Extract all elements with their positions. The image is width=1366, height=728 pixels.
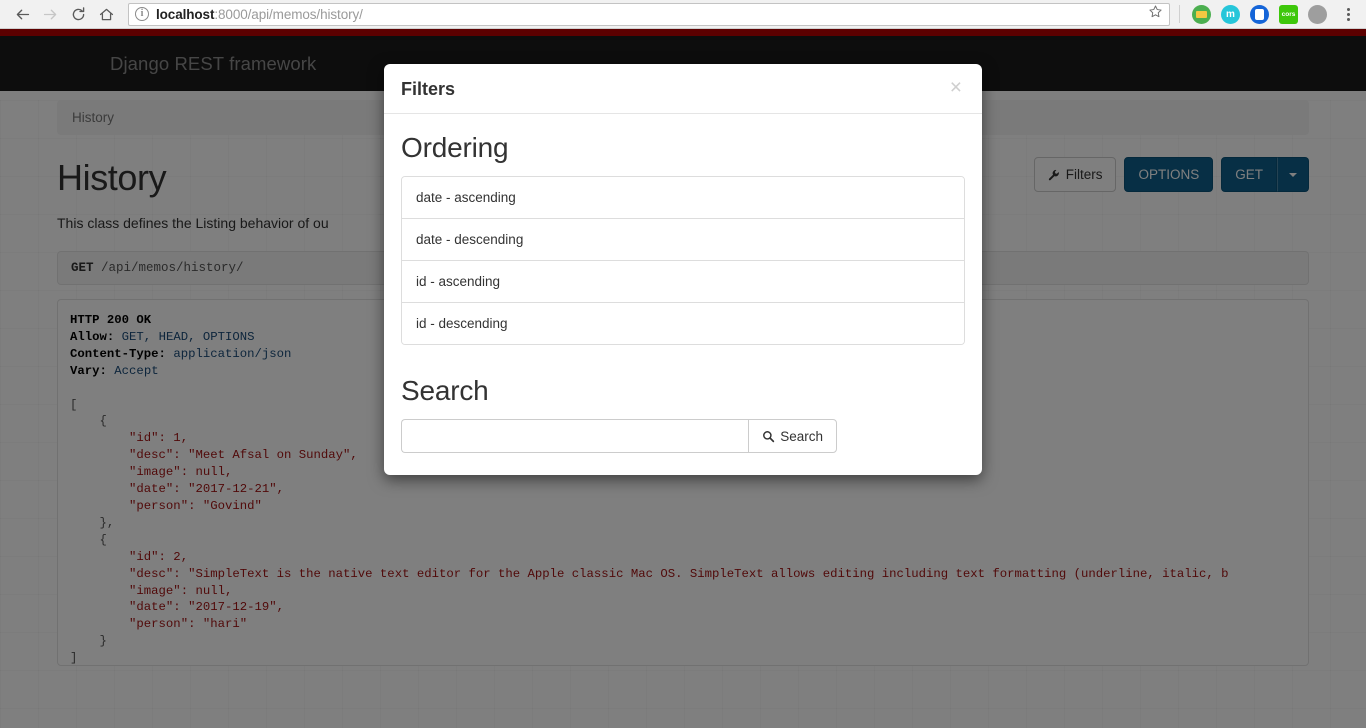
modal-title: Filters (401, 79, 456, 99)
modal-body: Ordering date - ascending date - descend… (384, 114, 982, 475)
bookmark-star-icon[interactable] (1140, 4, 1163, 24)
ordering-option-date-descending[interactable]: date - descending (402, 219, 964, 261)
modal-header: Filters × (384, 64, 982, 114)
address-bar[interactable]: i localhost:8000/api/memos/history/ (128, 2, 1170, 26)
extension-icon-5[interactable] (1308, 4, 1327, 24)
search-heading: Search (401, 375, 489, 406)
ordering-option-id-descending[interactable]: id - descending (402, 303, 964, 344)
forward-icon (36, 1, 64, 27)
back-icon[interactable] (8, 1, 36, 27)
extension-icon-2[interactable]: m (1221, 4, 1240, 24)
extension-icon-4[interactable]: cors (1279, 4, 1298, 24)
search-input[interactable] (401, 419, 749, 453)
search-submit-button[interactable]: Search (748, 419, 837, 453)
url-text: localhost:8000/api/memos/history/ (156, 7, 363, 22)
ordering-list: date - ascending date - descending id - … (401, 176, 965, 345)
search-input-group: Search (401, 419, 837, 453)
filters-modal: Filters × Ordering date - ascending date… (384, 64, 982, 475)
search-icon (762, 429, 775, 444)
ordering-option-id-ascending[interactable]: id - ascending (402, 261, 964, 303)
ordering-heading: Ordering (401, 132, 509, 163)
reload-icon[interactable] (64, 1, 92, 27)
browser-menu-icon[interactable] (1338, 7, 1358, 21)
toolbar-divider (1179, 5, 1180, 23)
home-icon[interactable] (92, 1, 120, 27)
url-path: :8000/api/memos/history/ (214, 6, 363, 22)
tab-strip-accent (0, 29, 1366, 36)
browser-toolbar: i localhost:8000/api/memos/history/ m co… (0, 0, 1366, 29)
extension-icon-3[interactable] (1250, 4, 1269, 24)
url-host: localhost (156, 6, 215, 22)
extension-icon-1[interactable] (1192, 4, 1211, 24)
ordering-option-date-ascending[interactable]: date - ascending (402, 177, 964, 219)
close-icon[interactable]: × (950, 77, 962, 98)
site-info-icon[interactable]: i (135, 7, 149, 21)
search-button-label: Search (780, 428, 823, 444)
